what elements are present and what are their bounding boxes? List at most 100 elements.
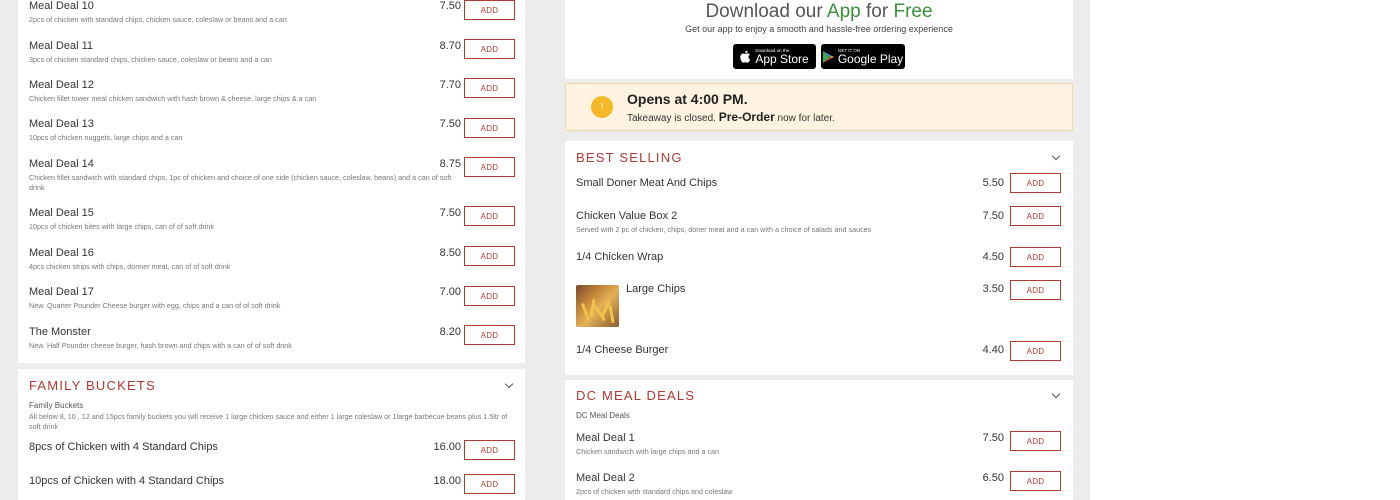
- add-button[interactable]: ADD: [464, 474, 515, 494]
- section-intro-title: Family Buckets: [29, 401, 84, 410]
- section-subtitle: DC Meal Deals: [576, 411, 630, 420]
- item-name: Meal Deal 1: [576, 432, 635, 444]
- app-banner-subtitle: Get our app to enjoy a smooth and hassle…: [685, 24, 953, 34]
- add-button[interactable]: ADD: [464, 206, 515, 226]
- add-button[interactable]: ADD: [1010, 471, 1061, 491]
- google-play-icon: [822, 50, 834, 63]
- item-name: Meal Deal 15: [29, 207, 94, 219]
- app-store-label: Download on the App Store: [755, 48, 808, 65]
- add-button[interactable]: ADD: [464, 325, 515, 345]
- item-name: Meal Deal 10: [29, 0, 94, 12]
- add-button[interactable]: ADD: [464, 118, 515, 138]
- item-price: 7.50: [439, 118, 461, 130]
- item-price: 4.40: [982, 344, 1004, 356]
- item-name: Meal Deal 12: [29, 79, 94, 91]
- item-description: Served with 2 pc of chicken, chips, done…: [576, 225, 872, 234]
- chevron-down-icon[interactable]: [1051, 389, 1061, 399]
- item-name: 8pcs of Chicken with 4 Standard Chips: [29, 441, 218, 453]
- add-button[interactable]: ADD: [1010, 206, 1061, 226]
- section-title[interactable]: BEST SELLING: [576, 150, 683, 165]
- add-button[interactable]: ADD: [1010, 280, 1061, 300]
- notice-closed-text: Takeaway is closed.: [627, 113, 716, 124]
- item-price: 8.50: [439, 247, 461, 259]
- add-button[interactable]: ADD: [1010, 247, 1061, 267]
- item-price: 3.50: [982, 283, 1004, 295]
- add-button[interactable]: ADD: [1010, 431, 1061, 451]
- add-button[interactable]: ADD: [464, 157, 515, 177]
- large-chips-thumbnail: [576, 285, 619, 327]
- item-price: 8.70: [439, 40, 461, 52]
- best-selling-card: BEST SELLING Small Doner Meat And Chips …: [565, 141, 1073, 375]
- item-description: 2pcs of chicken with standard chips, chi…: [29, 15, 287, 24]
- add-button[interactable]: ADD: [464, 39, 515, 59]
- item-price: 8.75: [439, 158, 461, 170]
- item-description: 3pcs of chicken standard chips, chicken …: [29, 55, 272, 64]
- google-play-big-text: Google Play: [837, 52, 904, 66]
- item-description: 10pcs of chicken bites with large chips,…: [29, 222, 214, 231]
- item-description: Chicken fillet sandwich with standard ch…: [29, 173, 452, 192]
- section-title[interactable]: DC MEAL DEALS: [576, 388, 695, 403]
- item-price: 16.00: [433, 441, 461, 453]
- item-name: Meal Deal 11: [29, 40, 93, 52]
- item-description: Chicken fillet tower meal chicken sandwi…: [29, 94, 317, 103]
- item-name: Meal Deal 17: [29, 286, 94, 298]
- item-name: 1/4 Chicken Wrap: [576, 251, 664, 263]
- item-price: 6.50: [982, 472, 1004, 484]
- right-column: Download our App for Free Get our app to…: [565, 0, 1073, 500]
- item-name: Meal Deal 13: [29, 118, 94, 130]
- chevron-down-icon[interactable]: [504, 379, 514, 389]
- item-description: New. Quarter Pounder Cheese burger with …: [29, 301, 281, 310]
- add-button[interactable]: ADD: [1010, 173, 1061, 193]
- item-description: Chicken sandwich with large chips and a …: [576, 447, 720, 456]
- item-description: 4pcs chicken strips with chips, donner m…: [29, 262, 231, 271]
- item-name: 10pcs of Chicken with 4 Standard Chips: [29, 475, 225, 487]
- item-name: Large Chips: [626, 283, 686, 295]
- item-price: 7.70: [439, 79, 461, 91]
- item-price: 7.50: [982, 210, 1004, 222]
- add-button[interactable]: ADD: [464, 0, 515, 20]
- family-buckets-card: FAMILY BUCKETS Family Buckets All below …: [18, 369, 525, 500]
- app-store-button[interactable]: Download on the App Store: [733, 44, 816, 69]
- add-button[interactable]: ADD: [1010, 341, 1061, 361]
- item-name: Meal Deal 2: [576, 472, 635, 484]
- add-button[interactable]: ADD: [464, 286, 515, 306]
- notice-subtext: Takeaway is closed. Pre-Order now for la…: [627, 110, 835, 124]
- right-side-panel: [1090, 0, 1400, 500]
- item-name: Meal Deal 16: [29, 247, 94, 259]
- add-button[interactable]: ADD: [464, 78, 515, 98]
- item-name: Small Doner Meat And Chips: [576, 177, 718, 189]
- add-button[interactable]: ADD: [464, 246, 515, 266]
- add-button[interactable]: ADD: [464, 440, 515, 460]
- opening-hours-notice: ! Opens at 4:00 PM. Takeaway is closed. …: [565, 83, 1073, 131]
- notice-heading: Opens at 4:00 PM.: [627, 91, 748, 107]
- item-price: 5.50: [982, 177, 1004, 189]
- app-title-highlight: App: [826, 1, 861, 22]
- app-download-banner: Download our App for Free Get our app to…: [565, 0, 1073, 79]
- item-price: 7.50: [439, 207, 461, 219]
- item-price: 7.00: [439, 286, 461, 298]
- item-price: 7.50: [982, 432, 1004, 444]
- left-menu-column: Meal Deal 10 2pcs of chicken with standa…: [18, 0, 525, 500]
- item-name: 1/4 Cheese Burger: [576, 344, 669, 356]
- google-play-button[interactable]: GET IT ON Google Play: [821, 44, 905, 69]
- item-description: 2pcs of chicken with standard chips and …: [576, 487, 733, 496]
- item-name: The Monster: [29, 326, 91, 338]
- apple-icon: [740, 50, 751, 63]
- item-price: 8.20: [439, 326, 461, 338]
- item-price: 18.00: [433, 475, 461, 487]
- chevron-down-icon[interactable]: [1051, 151, 1061, 161]
- app-banner-title: Download our App for Free: [565, 1, 1073, 23]
- meal-deals-card: Meal Deal 10 2pcs of chicken with standa…: [18, 0, 525, 363]
- info-icon: !: [591, 96, 613, 118]
- section-intro-description: All below 8, 10 , 12 and 15pcs family bu…: [29, 412, 508, 431]
- notice-later-text: now for later.: [777, 113, 835, 124]
- app-title-text: for: [866, 1, 889, 22]
- section-title[interactable]: FAMILY BUCKETS: [29, 378, 156, 393]
- item-name: Meal Deal 14: [29, 158, 94, 170]
- item-description: New. Half Pounder cheese burger, hash br…: [29, 341, 292, 350]
- item-description: 10pcs of chicken nuggets, large chips an…: [29, 133, 183, 142]
- pre-order-link[interactable]: Pre-Order: [719, 110, 775, 124]
- app-title-highlight: Free: [893, 1, 933, 22]
- app-title-text: Download our: [705, 1, 823, 22]
- item-price: 7.50: [439, 0, 461, 12]
